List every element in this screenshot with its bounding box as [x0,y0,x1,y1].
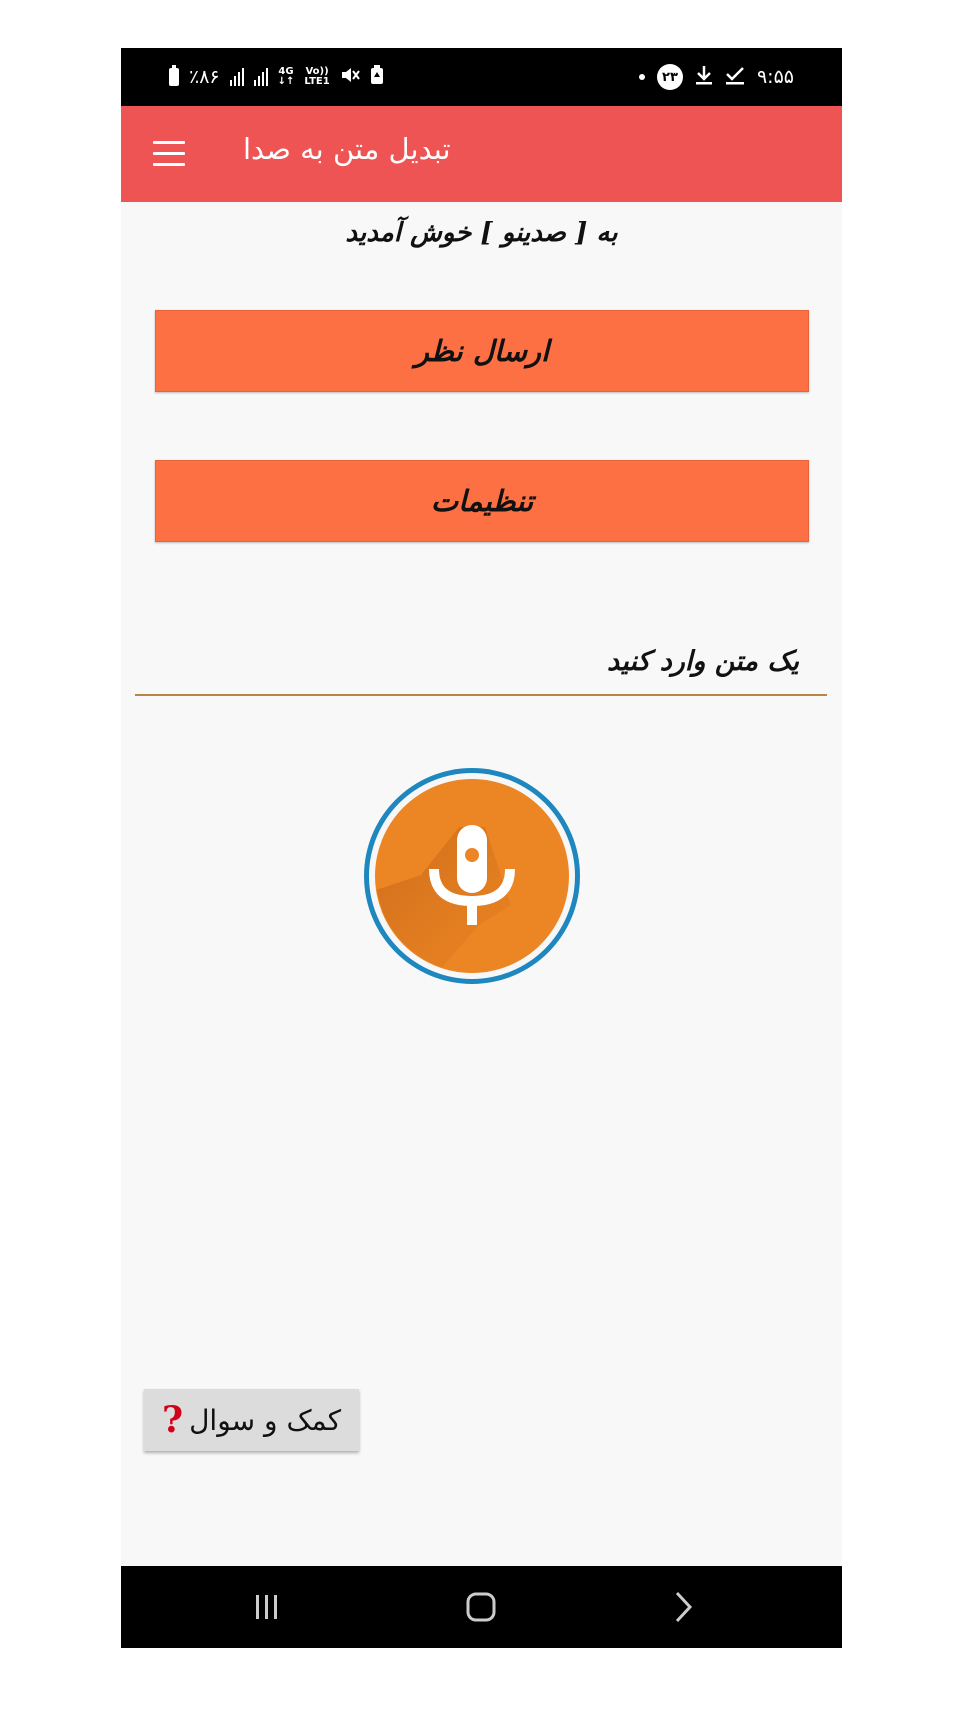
mute-icon [340,66,360,89]
status-bar-right: ۲۳ ۹:۵۵ [638,48,794,106]
status-bar-left: ٪۸۶ 4G ↓↑ Vo)) LTE1 [169,48,384,106]
settings-button[interactable]: تنظیمات [155,460,809,542]
battery-saver-icon [370,64,384,90]
app-bar: تبدیل متن به صدا [121,106,842,202]
help-button[interactable]: کمک و سوال ? [144,1389,359,1451]
download-icon [695,65,713,90]
hamburger-menu-icon[interactable] [153,141,185,167]
battery-percent: ٪۸۶ [189,66,220,88]
dot-icon [638,74,645,80]
phone-screen: ٪۸۶ 4G ↓↑ Vo)) LTE1 ۲۳ ۹:۵۵ تبدیل متن به… [121,48,842,1648]
notification-badge: ۲۳ [656,64,683,90]
signal-icon [229,68,244,86]
volte-icon: Vo)) LTE1 [304,66,330,87]
navigation-bar [121,1566,842,1648]
back-icon[interactable] [623,1566,743,1648]
send-feedback-button[interactable]: ارسال نظر [155,310,809,392]
check-icon [725,65,745,90]
text-input[interactable] [135,628,827,694]
help-button-label: کمک و سوال [189,1403,342,1437]
question-mark-icon: ? [161,1399,184,1441]
welcome-text: به [ صدینو ] خوش آمدید [345,218,618,248]
microphone-icon [364,768,580,984]
status-bar: ٪۸۶ 4G ↓↑ Vo)) LTE1 ۲۳ ۹:۵۵ [121,48,842,106]
home-icon[interactable] [421,1566,541,1648]
signal-icon [253,68,268,86]
microphone-button[interactable] [361,765,583,987]
4g-icon: 4G ↓↑ [277,66,295,87]
app-title: تبدیل متن به صدا [243,132,451,166]
recents-icon[interactable] [207,1566,327,1648]
clock: ۹:۵۵ [756,66,794,88]
text-input-field[interactable] [135,628,827,696]
battery-icon [169,65,179,86]
